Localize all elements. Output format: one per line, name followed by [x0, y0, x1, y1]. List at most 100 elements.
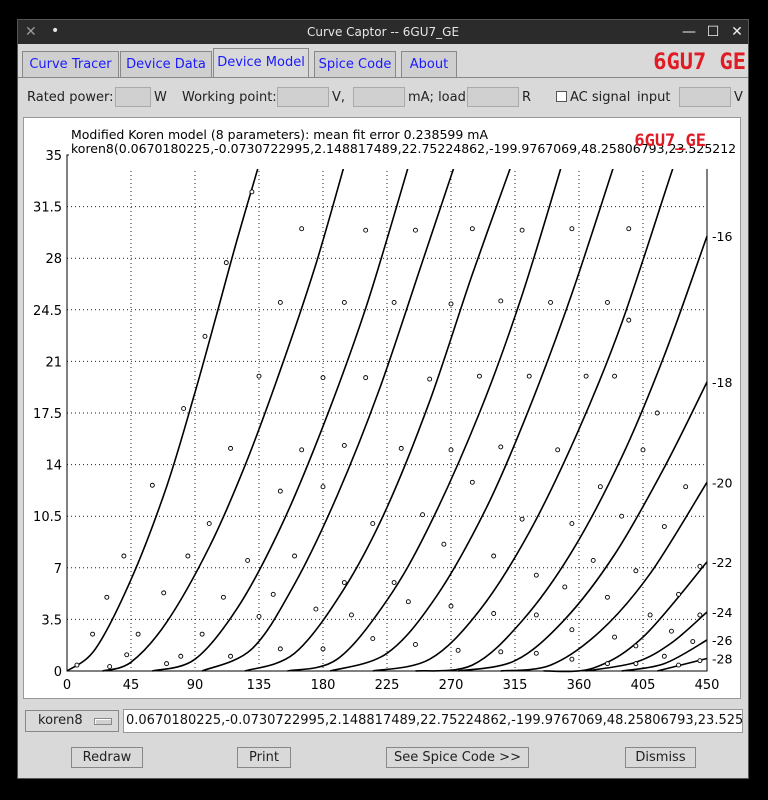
measured-point — [455, 647, 461, 653]
ac-signal-label: AC signal — [570, 90, 631, 105]
measured-point — [199, 631, 205, 637]
model-select-value: koren8 — [38, 713, 83, 728]
measured-point — [256, 614, 262, 619]
measured-point — [320, 646, 326, 652]
measured-point — [256, 373, 262, 379]
minimize-icon[interactable]: — — [680, 23, 698, 41]
main-window: ✕ • Curve Captor -- 6GU7_GE — ☐ ✕ Curve … — [17, 19, 749, 779]
y-tick-label: 17.5 — [33, 407, 62, 422]
measured-point — [178, 653, 184, 659]
x-tick-label: 45 — [123, 678, 140, 693]
measured-point — [626, 226, 632, 232]
measured-point — [391, 299, 397, 305]
measured-point — [124, 652, 130, 658]
tab-spice-code[interactable]: Spice Code — [314, 51, 396, 77]
measured-point — [277, 646, 283, 652]
y-tick-label: 3.5 — [41, 613, 62, 628]
measured-point — [90, 631, 96, 637]
measured-point — [604, 299, 610, 305]
measured-point — [363, 375, 369, 381]
ac-signal-checkbox[interactable] — [556, 91, 567, 102]
tab-device-data[interactable]: Device Data — [120, 51, 212, 77]
measured-point — [654, 410, 660, 416]
x-tick-label: 225 — [375, 678, 400, 693]
load-unit: R — [522, 90, 532, 105]
working-voltage-unit: V, — [332, 90, 346, 105]
measured-point — [498, 649, 504, 655]
model-parameters-field[interactable]: 0.0670180225,-0.0730722995,2.148817489,2… — [123, 709, 743, 733]
plot-device-label: 6GU7_GE — [634, 131, 706, 151]
measured-point — [697, 563, 703, 569]
measured-point — [363, 227, 369, 233]
curve-label: -28 — [712, 651, 732, 666]
rated-power-field[interactable] — [115, 87, 151, 107]
dropdown-icon — [94, 718, 112, 725]
measured-point — [292, 553, 298, 559]
measured-point — [562, 584, 568, 590]
y-tick-label: 10.5 — [33, 510, 62, 525]
measured-point — [370, 636, 376, 642]
measured-point — [533, 612, 539, 618]
measured-point — [476, 373, 482, 379]
measured-point — [341, 580, 347, 585]
measured-point — [420, 512, 426, 518]
measured-point — [391, 580, 397, 585]
y-tick-label: 14 — [45, 459, 62, 474]
maximize-icon[interactable]: ☐ — [704, 23, 722, 41]
measured-point — [370, 521, 376, 527]
measured-point — [533, 650, 539, 656]
measured-point — [676, 591, 682, 597]
measured-point — [299, 447, 305, 453]
measured-point — [633, 643, 639, 649]
measured-point — [181, 406, 187, 412]
measured-point — [249, 189, 255, 195]
working-current-unit: mA; load — [408, 90, 466, 105]
measured-point — [202, 333, 208, 339]
measured-point — [220, 594, 226, 600]
see-spice-code-button[interactable]: See Spice Code >> — [386, 747, 529, 768]
measured-point — [412, 642, 418, 647]
measured-point — [604, 661, 610, 667]
input-field[interactable] — [679, 87, 731, 107]
measured-point — [569, 656, 575, 662]
measured-point — [640, 447, 646, 453]
measured-point — [633, 661, 639, 667]
dismiss-button[interactable]: Dismiss — [625, 747, 696, 768]
measured-point — [661, 653, 667, 659]
curve-label: -24 — [712, 605, 732, 620]
input-unit: V — [734, 90, 743, 105]
working-point-label: Working point: — [182, 90, 277, 105]
x-tick-label: 270 — [439, 678, 464, 693]
close-icon[interactable]: ✕ — [728, 23, 746, 41]
curve-grid-minus-12 — [329, 154, 619, 672]
working-voltage-field[interactable] — [277, 87, 329, 107]
measured-point — [612, 634, 618, 640]
measured-point — [206, 521, 212, 527]
tab-about[interactable]: About — [401, 51, 457, 77]
measured-point — [74, 662, 80, 668]
measured-point — [448, 301, 454, 307]
measured-point — [519, 227, 525, 233]
load-field[interactable] — [467, 87, 519, 107]
measured-point — [498, 444, 504, 450]
working-current-field[interactable] — [353, 87, 405, 107]
curve-label: -26 — [712, 633, 732, 648]
print-button[interactable]: Print — [237, 747, 291, 768]
x-tick-label: 315 — [503, 678, 528, 693]
redraw-button[interactable]: Redraw — [71, 747, 143, 768]
measured-point — [228, 445, 234, 451]
model-select[interactable]: koren8 — [25, 710, 119, 732]
plate-curve-chart: 0 45 90 135 180 225 270 315 360 405 450 0 3.5 7 10.5 14… — [33, 127, 736, 693]
measured-point — [526, 373, 532, 379]
window-title: Curve Captor -- 6GU7_GE — [306, 25, 460, 39]
tab-curve-tracer[interactable]: Curve Tracer — [22, 51, 119, 77]
measured-point — [270, 591, 276, 597]
curve-grid-minus-24 — [585, 611, 708, 672]
x-tick-label: 360 — [567, 678, 592, 693]
measured-point — [697, 612, 703, 618]
tab-device-model[interactable]: Device Model — [213, 48, 309, 78]
measured-point — [491, 553, 497, 559]
curve-grid-minus-20 — [500, 481, 708, 672]
measured-point — [491, 611, 497, 616]
title-bar[interactable]: ✕ • Curve Captor -- 6GU7_GE — ☐ ✕ — [18, 20, 748, 44]
